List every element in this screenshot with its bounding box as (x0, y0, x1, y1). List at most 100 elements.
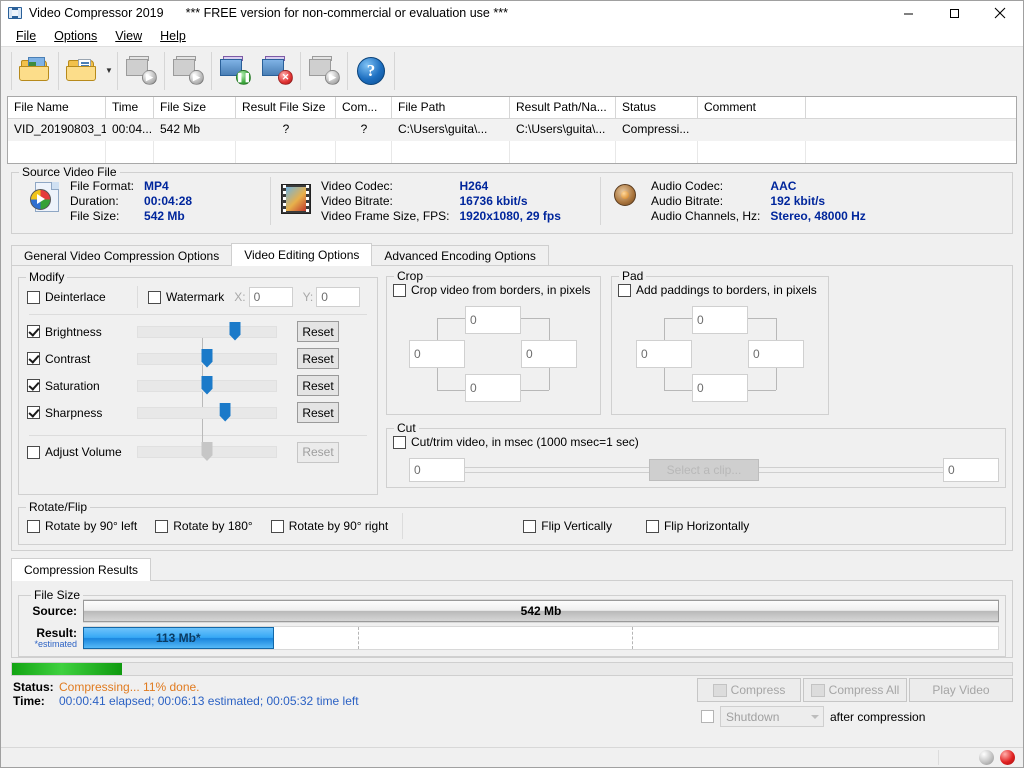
crop-diagram: 0 0 0 0 (393, 304, 594, 404)
pad-bottom-input[interactable]: 0 (692, 373, 748, 402)
column-result-path[interactable]: Result Path/Na... (510, 97, 616, 118)
pad-checkbox[interactable]: Add paddings to borders, in pixels (618, 283, 817, 297)
brightness-reset-button[interactable]: Reset (297, 321, 339, 342)
time-line: Time: 00:00:41 elapsed; 00:06:13 estimat… (13, 694, 359, 708)
column-compression[interactable]: Com... (336, 97, 392, 118)
menu-options[interactable]: Options (45, 27, 106, 45)
column-file-path[interactable]: File Path (392, 97, 510, 118)
rotate-90-left-box (27, 519, 40, 533)
sharpness-thumb[interactable] (219, 402, 231, 422)
saturation-thumb[interactable] (201, 375, 213, 395)
column-status[interactable]: Status (616, 97, 698, 118)
column-comment[interactable]: Comment (698, 97, 806, 118)
contrast-reset-button[interactable]: Reset (297, 348, 339, 369)
tab-advanced-label: Advanced Encoding Options (384, 249, 536, 263)
saturation-checkbox[interactable]: Saturation (27, 379, 137, 393)
watermark-y-input[interactable]: 0 (316, 287, 361, 307)
file-list[interactable]: File Name Time File Size Result File Siz… (7, 96, 1017, 164)
tab-general-video-compression[interactable]: General Video Compression Options (11, 245, 233, 266)
sharpness-slider[interactable] (137, 402, 277, 423)
close-icon[interactable] (977, 1, 1023, 25)
brightness-checkbox[interactable]: Brightness (27, 325, 137, 339)
help-icon[interactable]: ? (350, 50, 392, 92)
menu-help[interactable]: Help (151, 27, 195, 45)
cut-rail-right (759, 466, 943, 473)
application-window: Video Compressor 2019 *** FREE version f… (0, 0, 1024, 768)
action-buttons-block: Compress Compress All Play Video Shutdow… (697, 676, 1013, 727)
rotate-180-checkbox[interactable]: Rotate by 180° (155, 519, 253, 533)
play-video-button: Play Video (909, 678, 1013, 702)
minimize-icon[interactable] (885, 1, 931, 25)
crop-bottom-input[interactable]: 0 (465, 373, 521, 402)
flip-horizontally-checkbox[interactable]: Flip Horizontally (645, 519, 749, 533)
saturation-reset-button[interactable]: Reset (297, 375, 339, 396)
contrast-box (27, 352, 40, 365)
deinterlace-checkbox[interactable]: Deinterlace (27, 290, 137, 304)
play-video-icon: ▶ (303, 50, 345, 92)
saturation-slider[interactable] (137, 375, 277, 396)
sharpness-reset-button[interactable]: Reset (297, 402, 339, 423)
saturation-box (27, 379, 40, 392)
open-folder-icon[interactable] (61, 50, 103, 92)
rotate-90-right-box (270, 519, 284, 533)
brightness-slider[interactable] (137, 321, 277, 342)
contrast-thumb[interactable] (201, 348, 213, 368)
media-file-icon (30, 181, 64, 215)
source-size-bar: 542 Mb (83, 600, 999, 622)
tab-video-editing[interactable]: Video Editing Options (231, 243, 373, 266)
modify-separator-top (29, 314, 367, 315)
tab-compression-results[interactable]: Compression Results (11, 558, 152, 581)
adjust-volume-checkbox[interactable]: Adjust Volume (27, 445, 137, 459)
cut-start-input[interactable]: 0 (409, 457, 465, 482)
rotate-flip-legend: Rotate/Flip (26, 500, 91, 514)
crop-right-input[interactable]: 0 (521, 339, 577, 368)
watermark-x-input[interactable]: 0 (248, 287, 293, 307)
column-time[interactable]: Time (106, 97, 154, 118)
result-size-bar: 113 Mb* (83, 627, 274, 649)
sharpness-checkbox[interactable]: Sharpness (27, 406, 137, 420)
tab-advanced-encoding[interactable]: Advanced Encoding Options (371, 245, 549, 266)
source-video-codec-section: Video Codec: H264 Video Bitrate: 16736 k… (270, 177, 600, 225)
compress-button-icon (712, 683, 727, 697)
pad-top-input[interactable]: 0 (692, 305, 748, 334)
contrast-label: Contrast (45, 351, 91, 366)
rotate-90-right-checkbox[interactable]: Rotate by 90° right (270, 519, 388, 533)
cut-end-input[interactable]: 0 (943, 457, 999, 482)
pad-group: Pad Add paddings to borders, in pixels 0… (611, 269, 829, 415)
table-row[interactable]: VID_20190803_1... 00:04... 542 Mb ? ? C:… (8, 119, 1016, 141)
status-bar-divider (938, 750, 939, 765)
video-compressor-icon (7, 5, 23, 21)
column-file-name[interactable]: File Name (8, 97, 106, 118)
crop-checkbox[interactable]: Crop video from borders, in pixels (393, 283, 590, 297)
compress-all-icon: ▶ (167, 50, 209, 92)
rotate-90-left-checkbox[interactable]: Rotate by 90° left (27, 519, 137, 533)
crop-top-value: 0 (470, 312, 477, 327)
cut-start-value: 0 (414, 462, 421, 477)
menu-file[interactable]: File (7, 27, 45, 45)
column-file-size[interactable]: File Size (154, 97, 236, 118)
maximize-icon[interactable] (931, 1, 977, 25)
pad-left-input[interactable]: 0 (636, 339, 692, 368)
toolbar-divider (164, 51, 165, 90)
crop-top-input[interactable]: 0 (465, 305, 521, 334)
tab-general-label: General Video Compression Options (24, 249, 220, 263)
open-file-icon[interactable] (14, 50, 56, 92)
stop-icon[interactable]: ✕ (256, 50, 298, 92)
sharpness-box (27, 406, 40, 419)
toolbar-divider (117, 51, 118, 90)
cut-checkbox[interactable]: Cut/trim video, in msec (1000 msec=1 sec… (393, 435, 639, 449)
chevron-down-icon[interactable]: ▼ (103, 50, 115, 92)
compress-all-button: Compress All (803, 678, 907, 702)
menu-view[interactable]: View (106, 27, 151, 45)
source-video-legend: Source Video File (19, 165, 120, 179)
flip-vertically-checkbox[interactable]: Flip Vertically (523, 519, 612, 533)
contrast-checkbox[interactable]: Contrast (27, 352, 137, 366)
pad-right-input[interactable]: 0 (748, 339, 804, 368)
contrast-slider[interactable] (137, 348, 277, 369)
pause-icon[interactable]: ❚❚ (214, 50, 256, 92)
free-version-banner: *** FREE version for non-commercial or e… (185, 6, 508, 20)
brightness-thumb[interactable] (229, 321, 241, 341)
column-result-file-size[interactable]: Result File Size (236, 97, 336, 118)
watermark-checkbox[interactable]: Watermark (148, 290, 224, 304)
crop-left-input[interactable]: 0 (409, 339, 465, 368)
